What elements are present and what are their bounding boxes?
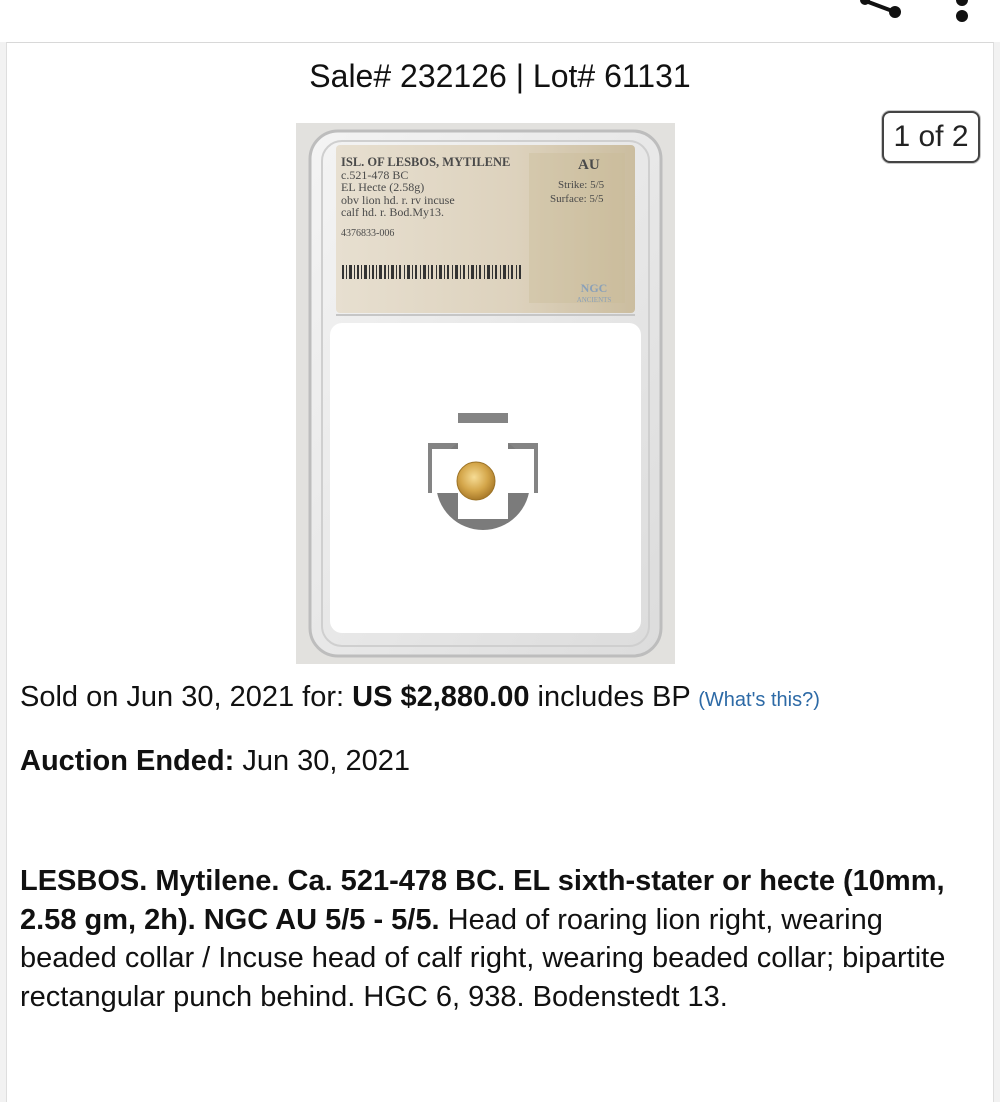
whats-this-link[interactable]: (What's this?) (698, 689, 820, 711)
sale-lot-title: Sale# 232126 | Lot# 61131 (309, 58, 691, 94)
slab-grade: AU (578, 157, 600, 173)
coin-slab-image[interactable]: ISL. OF LESBOS, MYTILENE c.521-478 BC EL… (296, 123, 675, 664)
top-bar (0, 0, 1000, 42)
auction-ended-line: Auction Ended: Jun 30, 2021 (20, 745, 410, 778)
lot-description: LESBOS. Mytilene. Ca. 521-478 BC. EL six… (20, 862, 970, 1016)
slab-label-line5: calf hd. r. Bod.My13. (341, 205, 444, 219)
image-counter-button[interactable]: 1 of 2 (882, 111, 980, 163)
ngc-logo-text: NGC (580, 281, 608, 295)
sold-suffix: includes BP (529, 681, 699, 713)
sold-price: US $2,880.00 (352, 681, 530, 713)
slab-cert-number: 4376833-006 (341, 227, 395, 239)
more-vertical-icon[interactable] (950, 0, 974, 28)
ngc-logo-subtext: ANCIENTS (576, 296, 612, 304)
sold-prefix: Sold on Jun 30, 2021 for: (20, 681, 353, 713)
share-icon[interactable] (855, 0, 909, 24)
sold-line: Sold on Jun 30, 2021 for: US $2,880.00 i… (20, 681, 995, 714)
slab-surface: Surface: 5/5 (550, 193, 604, 205)
slab-strike: Strike: 5/5 (558, 179, 605, 191)
slab-label-line1: ISL. OF LESBOS, MYTILENE (341, 155, 511, 169)
slab-barcode (342, 265, 521, 279)
ngc-logo: NGC ANCIENTS (564, 281, 624, 304)
auction-ended-label: Auction Ended: (20, 745, 235, 777)
slab-label-line3: EL Hecte (2.58g) (341, 180, 425, 194)
auction-ended-date: Jun 30, 2021 (234, 745, 411, 777)
